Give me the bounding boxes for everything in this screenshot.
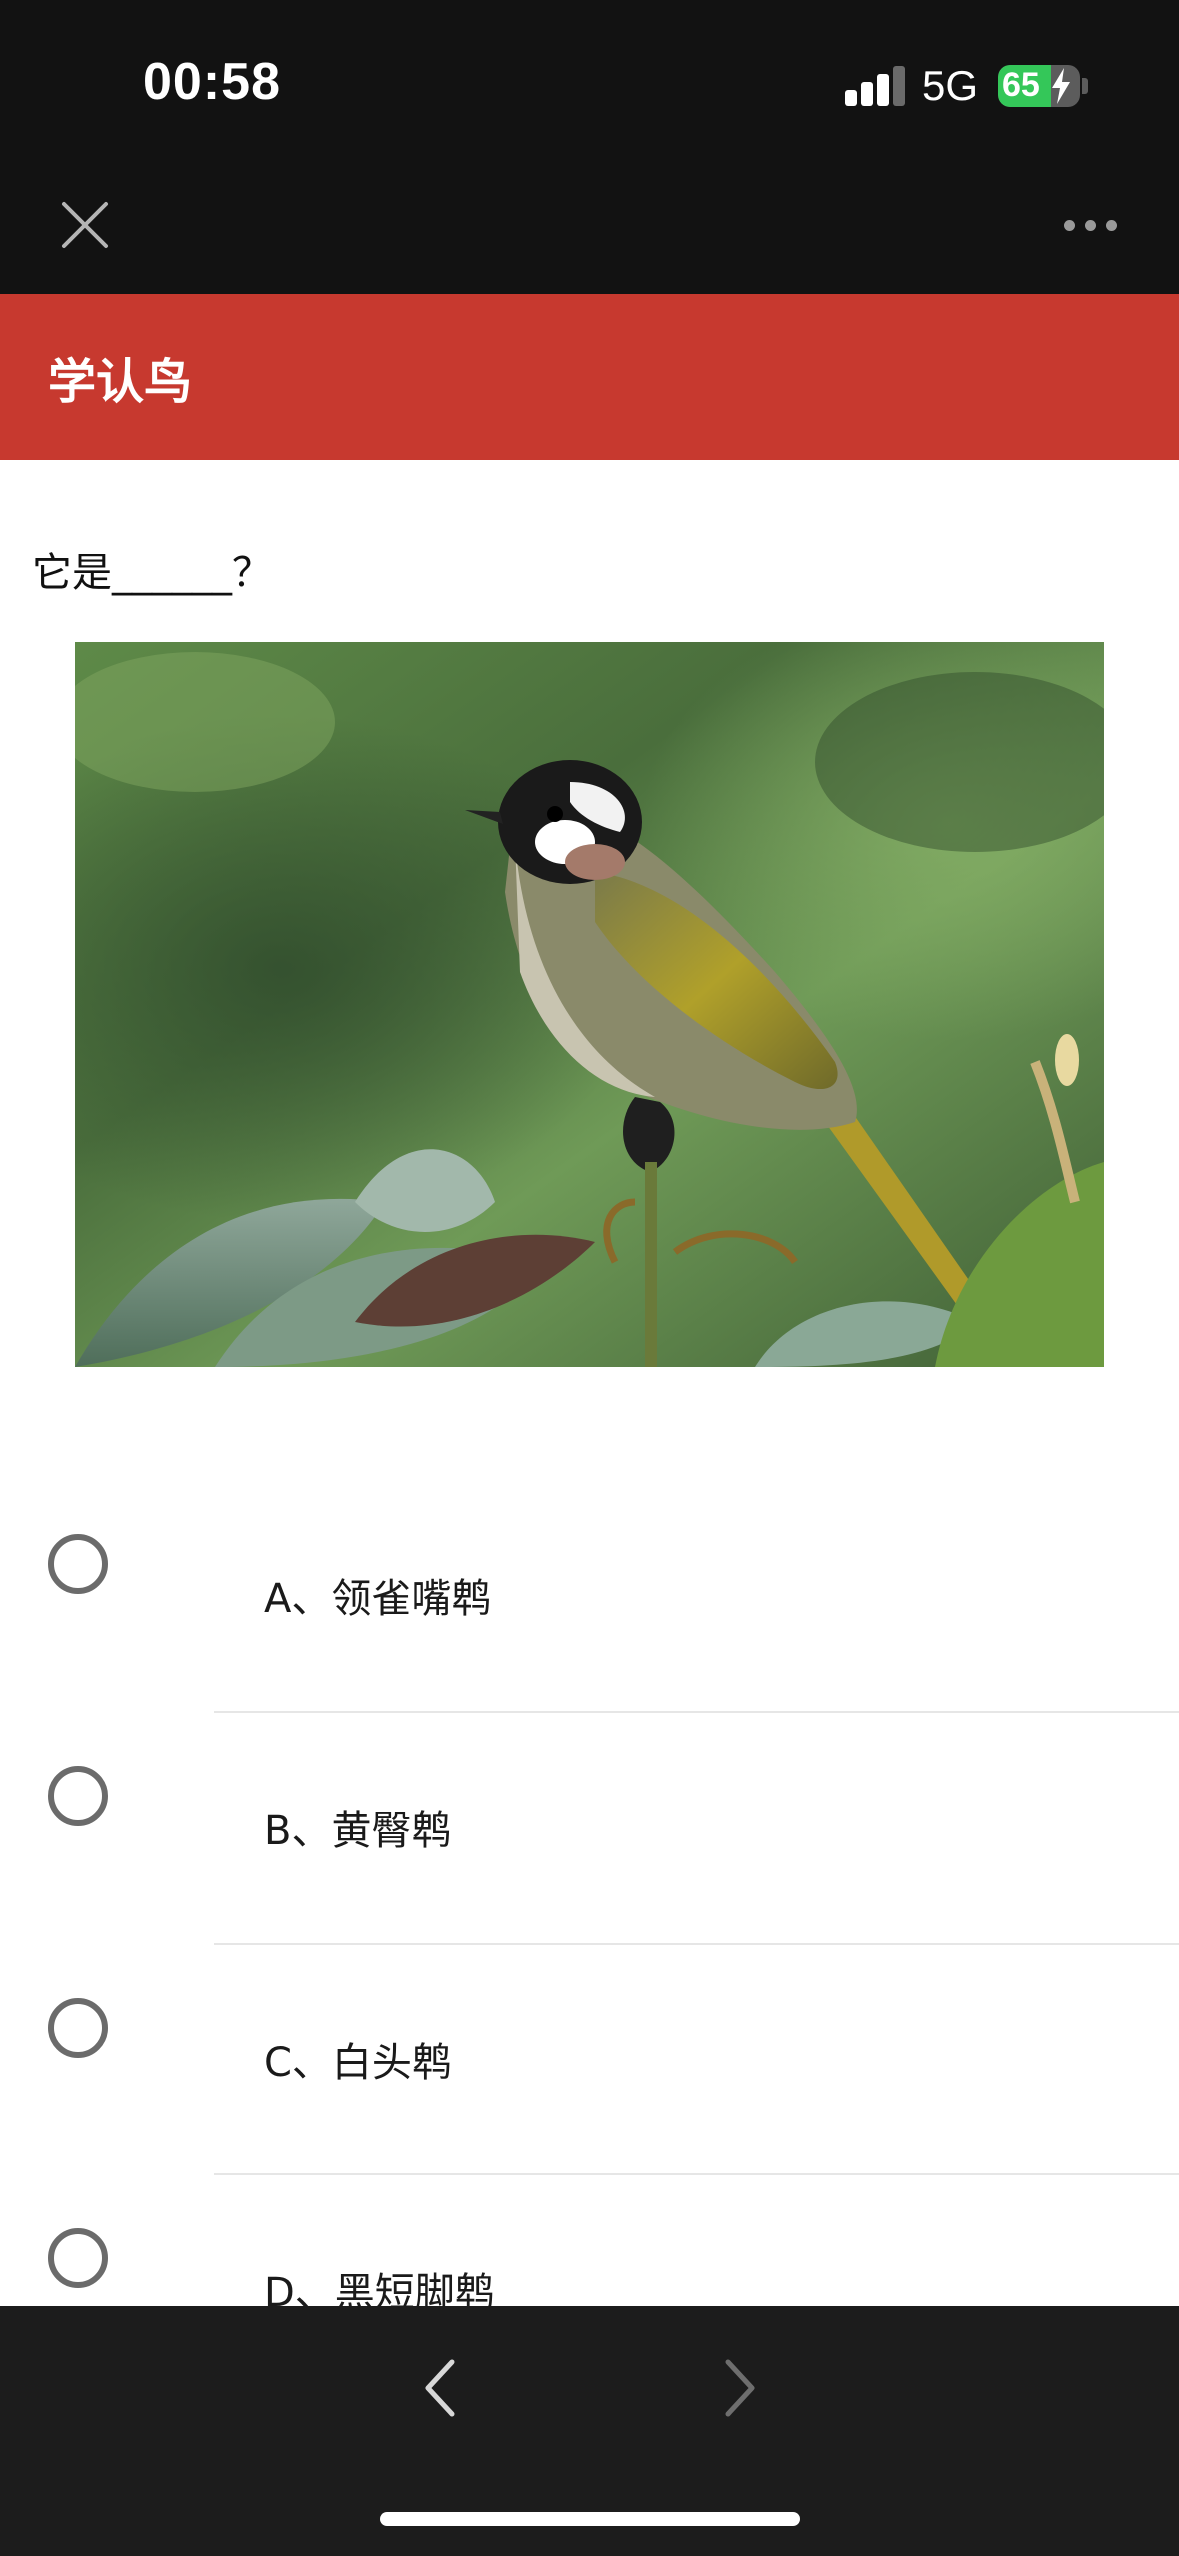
option-c[interactable]: C、白头鹎 bbox=[0, 1944, 1179, 2174]
status-time: 00:58 bbox=[143, 53, 281, 111]
option-a[interactable]: A、领雀嘴鹎 bbox=[0, 1480, 1179, 1710]
more-dot bbox=[1105, 219, 1117, 231]
question-text: 它是______？ bbox=[32, 550, 272, 596]
signal-strength-icon bbox=[845, 66, 907, 106]
network-type: 5G bbox=[922, 62, 979, 109]
page-title: 学认鸟 bbox=[48, 354, 193, 410]
chevron-left-icon bbox=[425, 2359, 455, 2417]
charging-bolt-icon bbox=[1052, 68, 1070, 104]
radio-option-a[interactable] bbox=[48, 1534, 108, 1594]
bird-photo bbox=[75, 642, 1104, 1367]
home-indicator[interactable] bbox=[380, 2512, 800, 2526]
chevron-right-icon bbox=[725, 2359, 755, 2417]
battery-percent: 65 bbox=[1002, 66, 1040, 104]
back-button[interactable] bbox=[405, 2348, 475, 2428]
more-options-button[interactable] bbox=[1050, 200, 1130, 250]
option-b-label: B、黄臀鹎 bbox=[264, 1808, 452, 1854]
close-button[interactable] bbox=[50, 190, 120, 260]
app-screen: 00:58 5G 65 学认鸟 它是______？ A、领雀嘴鹎 B、黄臀鹎 C… bbox=[0, 0, 1179, 2556]
option-a-label: A、领雀嘴鹎 bbox=[264, 1576, 492, 1622]
close-icon bbox=[62, 202, 108, 248]
more-dot bbox=[1084, 219, 1096, 231]
radio-option-c[interactable] bbox=[48, 1998, 108, 2058]
radio-option-d[interactable] bbox=[48, 2228, 108, 2288]
forward-button[interactable] bbox=[705, 2348, 775, 2428]
more-dot bbox=[1063, 219, 1075, 231]
option-c-label: C、白头鹎 bbox=[264, 2040, 452, 2086]
top-bar: 00:58 5G 65 bbox=[0, 0, 1179, 294]
battery-cap bbox=[1082, 78, 1088, 94]
radio-option-b[interactable] bbox=[48, 1766, 108, 1826]
header-bar: 学认鸟 bbox=[0, 294, 1179, 460]
option-b[interactable]: B、黄臀鹎 bbox=[0, 1712, 1179, 1942]
